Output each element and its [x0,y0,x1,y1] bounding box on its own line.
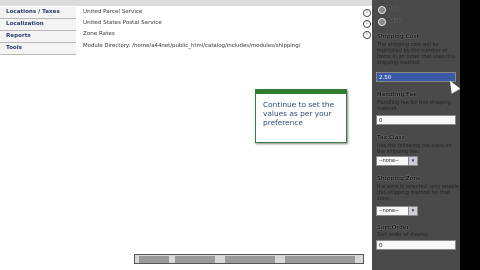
chevron-down-icon: ▾ [408,157,417,165]
tutorial-tooltip: Continue to set the values as per your p… [255,89,347,143]
info-icon[interactable]: i [363,31,371,39]
handling-fee-input[interactable]: 0 [376,115,456,125]
left-navigation: Locations / Taxes Localization Reports T… [0,7,76,55]
nav-item-reports[interactable]: Reports [0,31,76,43]
sort-order-label: Sort Order [377,225,410,231]
sort-order-input[interactable]: 0 [376,240,456,250]
module-name: United States Postal Service [83,20,162,26]
tax-class-desc: Use the following tax class on the shipp… [377,143,452,155]
page-scrollbar[interactable] [460,0,480,270]
scrollbar-track-segment [175,256,215,263]
scrollbar-track-segment [285,256,355,263]
handling-fee-label: Handling Fee [377,92,417,98]
info-icon[interactable]: i [363,9,371,17]
nav-item-localization[interactable]: Localization [0,19,76,31]
shipping-zone-label: Shipping Zone [377,176,421,182]
scrollbar-thumb[interactable] [139,256,169,263]
scrollbar-track-segment [225,256,275,263]
radio-false[interactable] [378,18,386,26]
shipping-cost-input[interactable]: 2.50 [376,72,456,82]
info-icon[interactable]: i [363,20,371,28]
module-name: Zone Rates [83,31,115,37]
radio-false-label: False [387,18,401,24]
shipping-cost-desc: The shipping cost will be multiplied by … [377,42,456,66]
shipping-zone-desc: If a zone is selected, only enable this … [377,184,459,202]
module-settings-panel: True False Shipping Cost The shipping co… [372,0,460,270]
tax-class-value: --none-- [379,158,399,164]
sort-order-desc: Sort order of display. [377,232,429,238]
shipping-modules-list: United Parcel Service i United States Po… [78,7,371,52]
module-directory: Module Directory: /home/a44net/public_ht… [83,43,301,49]
module-name: United Parcel Service [83,9,143,15]
tax-class-select[interactable]: --none-- ▾ [376,156,418,166]
module-row[interactable]: United Parcel Service i [78,7,371,18]
horizontal-scrollbar[interactable] [134,254,364,264]
nav-item-tools[interactable]: Tools [0,43,76,55]
radio-true-label: True [387,6,399,12]
screen: Locations / Taxes Localization Reports T… [0,0,480,270]
chevron-down-icon: ▾ [408,207,417,215]
tax-class-label: Tax Class [377,135,405,141]
shipping-zone-select[interactable]: --none-- ▾ [376,206,418,216]
shipping-cost-label: Shipping Cost [377,34,420,40]
handling-fee-desc: Handling fee for this shipping method. [377,100,451,112]
tooltip-text: Continue to set the values as per your p… [263,100,335,127]
shipping-zone-value: --none-- [379,208,399,214]
module-row[interactable]: United States Postal Service i [78,18,371,29]
nav-item-locations-taxes[interactable]: Locations / Taxes [0,7,76,19]
radio-true[interactable] [378,6,386,14]
module-row[interactable]: Zone Rates i [78,29,371,40]
